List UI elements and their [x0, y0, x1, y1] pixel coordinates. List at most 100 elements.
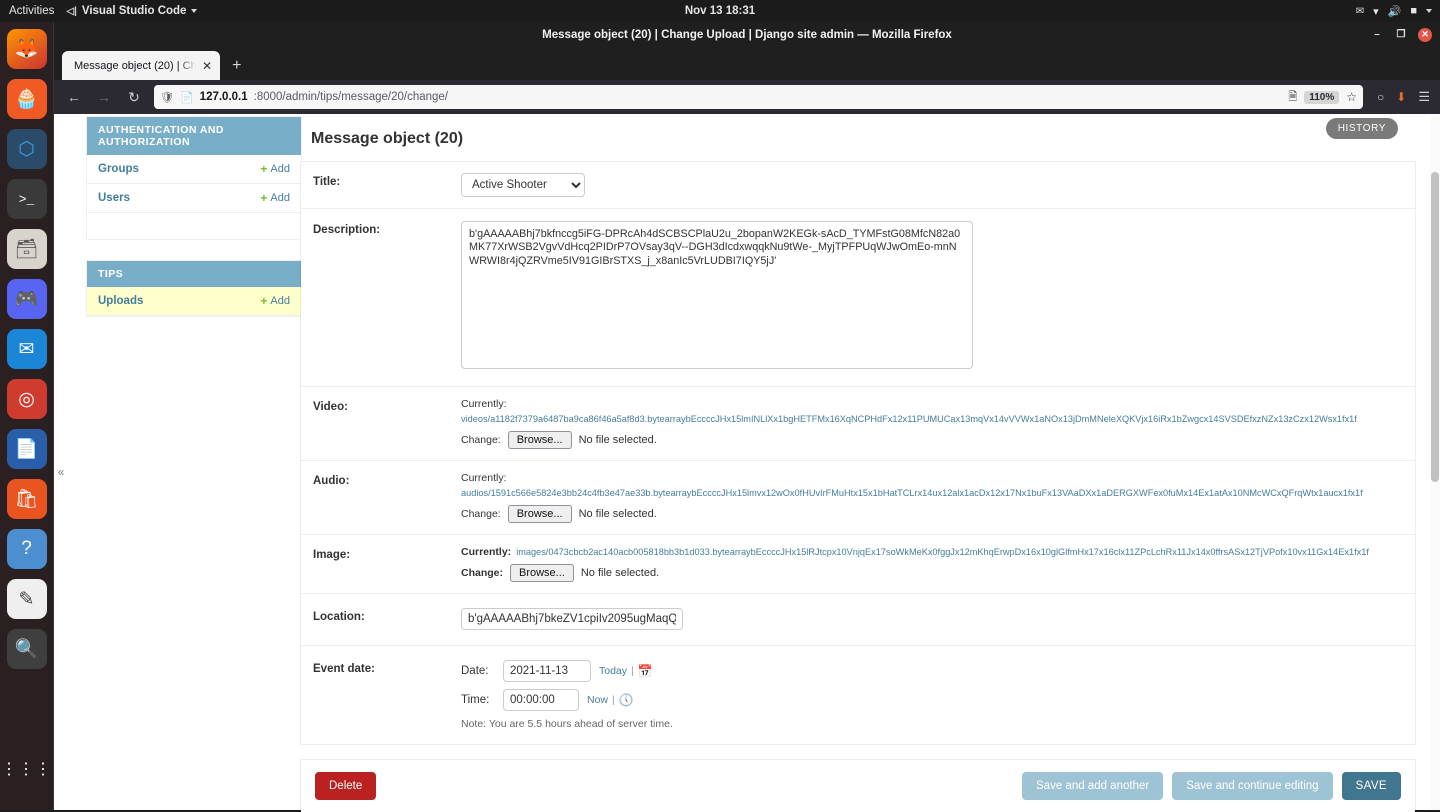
delete-button[interactable]: Delete: [315, 772, 377, 800]
today-link[interactable]: Today: [599, 665, 627, 677]
app-menu-label: Visual Studio Code: [81, 5, 187, 17]
video-file-link[interactable]: videos/a1182f7379a6487ba9ca86f46a5af8d3.…: [461, 414, 1357, 424]
time-sublabel: Time:: [461, 694, 490, 706]
sidebar-item-users-link[interactable]: Users: [98, 192, 130, 204]
sidebar-item-users[interactable]: Users + Add: [87, 184, 301, 213]
location-label: Location:: [313, 611, 365, 623]
video-label: Video:: [313, 401, 348, 413]
date-input[interactable]: [503, 660, 591, 682]
clock-icon[interactable]: 🕔: [619, 693, 634, 707]
dock-item-firefox[interactable]: 🦊: [6, 29, 47, 69]
dock-item-text-editor[interactable]: ✎: [6, 579, 47, 619]
video-change-label: Change:: [461, 434, 501, 446]
tab-bar: Message object (20) | Chang ✕ +: [54, 47, 1440, 80]
save-and-add-another-button[interactable]: Save and add another: [1022, 772, 1164, 800]
show-applications-button[interactable]: ⋮⋮⋮: [1, 750, 51, 790]
firefox-window: Message object (20) | Change Upload | Dj…: [54, 22, 1440, 812]
add-groups-link[interactable]: + Add: [260, 162, 290, 176]
form-row-description: Description: b'gAAAAABhj7bkfnccg5iFG-DPR…: [301, 209, 1415, 387]
maximize-button[interactable]: ❐: [1394, 28, 1408, 42]
dock-item-libreoffice-writer[interactable]: 📄: [6, 429, 47, 469]
audio-browse-button[interactable]: Browse...: [507, 505, 572, 523]
dock-item-ubuntu-software[interactable]: 🛍: [6, 479, 47, 519]
dock-item-search[interactable]: 🔍: [6, 629, 47, 669]
dock-item-files[interactable]: 🗃: [6, 229, 47, 269]
zoom-level-badge[interactable]: 110%: [1304, 90, 1340, 104]
minimize-button[interactable]: –: [1370, 28, 1384, 42]
tab-title: Message object (20) | Chang: [74, 59, 196, 72]
admin-sidebar: Authentication and Authorization Groups …: [54, 114, 301, 810]
time-separator: |: [612, 694, 615, 706]
dock-item-brave[interactable]: 🧁: [6, 79, 47, 119]
location-input[interactable]: [461, 608, 683, 630]
address-bar[interactable]: 🛡 📄 127.0.0.1:8000/admin/tips/message/20…: [154, 85, 1364, 109]
sidebar-collapse-handle[interactable]: «: [54, 464, 68, 480]
now-link[interactable]: Now: [587, 694, 608, 706]
django-admin-page: « Authentication and Authorization Group…: [54, 114, 1440, 812]
image-browse-button[interactable]: Browse...: [510, 564, 574, 582]
activities-button[interactable]: Activities: [0, 5, 66, 17]
dock-item-terminal[interactable]: >_: [6, 179, 47, 219]
timezone-note: Note: You are 5.5 hours ahead of server …: [461, 718, 673, 730]
image-change-label: Change:: [461, 567, 503, 579]
dock-item-help[interactable]: ?: [6, 529, 47, 569]
downloads-icon[interactable]: ⬇: [1396, 90, 1406, 104]
audio-file-link[interactable]: audios/1591c566e5824e3bb24c4fb3e47ae33b.…: [461, 488, 1363, 498]
mail-icon: ✉: [1355, 5, 1365, 17]
description-label: Description:: [313, 224, 381, 236]
sidebar-item-uploads-link[interactable]: Uploads: [98, 295, 143, 307]
sidebar-item-uploads[interactable]: Uploads + Add: [87, 287, 301, 316]
app-menu-button[interactable]: ◁| Visual Studio Code: [66, 5, 207, 17]
time-input[interactable]: [503, 689, 579, 711]
submit-row: Delete Save and add another Save and con…: [301, 760, 1415, 812]
page-scrollbar[interactable]: [1430, 114, 1440, 810]
title-select[interactable]: Active Shooter: [461, 173, 585, 197]
image-currently-label: Currently:: [461, 546, 512, 558]
change-form: Title: Active Shooter Description: b'gAA…: [301, 162, 1415, 744]
scrollbar-thumb[interactable]: [1431, 172, 1439, 482]
dock-item-vscode[interactable]: ⬡: [6, 129, 47, 169]
module-tips: Tips Uploads + Add: [87, 261, 301, 316]
page-title: Message object (20): [311, 130, 464, 147]
calendar-icon[interactable]: 📅: [638, 664, 653, 678]
save-button[interactable]: SAVE: [1341, 772, 1401, 800]
new-tab-button[interactable]: +: [224, 57, 249, 80]
plus-icon: +: [260, 294, 268, 308]
page-info-icon[interactable]: 📄: [180, 91, 194, 104]
sidebar-item-groups-link[interactable]: Groups: [98, 163, 139, 175]
dock-item-discord[interactable]: 🎮: [6, 279, 47, 319]
module-caption-tips: Tips: [87, 261, 301, 287]
browser-tab[interactable]: Message object (20) | Chang ✕: [62, 51, 221, 80]
navigation-toolbar: ← → ↻ 🛡 📄 127.0.0.1:8000/admin/tips/mess…: [54, 80, 1440, 114]
add-users-link[interactable]: + Add: [260, 191, 290, 205]
video-browse-button[interactable]: Browse...: [507, 431, 572, 449]
back-button[interactable]: ←: [64, 89, 84, 105]
image-file-link[interactable]: images/0473cbcb2ac140acb005818bb3b1d033.…: [516, 547, 1369, 557]
add-uploads-link[interactable]: + Add: [260, 294, 290, 308]
dock-item-rhythmbox[interactable]: ◎: [6, 379, 47, 419]
url-host: 127.0.0.1: [199, 91, 248, 103]
volume-icon: 🔊: [1387, 5, 1402, 18]
hamburger-menu-icon[interactable]: ☰: [1418, 89, 1430, 105]
date-sublabel: Date:: [461, 665, 489, 677]
dock-item-thunderbird[interactable]: ✉: [6, 329, 47, 369]
save-and-continue-button[interactable]: Save and continue editing: [1172, 772, 1333, 800]
system-tray[interactable]: ✉ ▾ 🔊 ■: [1356, 5, 1432, 18]
star-icon[interactable]: ☆: [1346, 90, 1357, 104]
video-no-file-text: No file selected.: [578, 434, 657, 446]
forward-button[interactable]: →: [94, 89, 114, 105]
form-row-audio: Audio: Currently: audios/1591c566e5824e3…: [301, 461, 1415, 535]
shield-icon[interactable]: 🛡: [160, 91, 174, 104]
pocket-icon[interactable]: ○: [1377, 90, 1384, 104]
form-row-event-date: Event date: Date: Today | 📅: [301, 646, 1415, 744]
sidebar-item-groups[interactable]: Groups + Add: [87, 155, 301, 184]
audio-no-file-text: No file selected.: [578, 508, 657, 520]
admin-main-content: HISTORY Message object (20) Title: Activ…: [301, 114, 1440, 812]
close-button[interactable]: ✕: [1418, 27, 1432, 42]
close-icon[interactable]: ✕: [202, 60, 212, 72]
reader-view-icon[interactable]: 🗎: [1288, 88, 1297, 107]
clock[interactable]: Nov 13 18:31: [685, 5, 755, 17]
reload-button[interactable]: ↻: [124, 89, 144, 106]
description-textarea[interactable]: b'gAAAAABhj7bkfnccg5iFG-DPRcAh4dSCBSCPla…: [461, 221, 973, 369]
history-button[interactable]: HISTORY: [1325, 118, 1398, 139]
